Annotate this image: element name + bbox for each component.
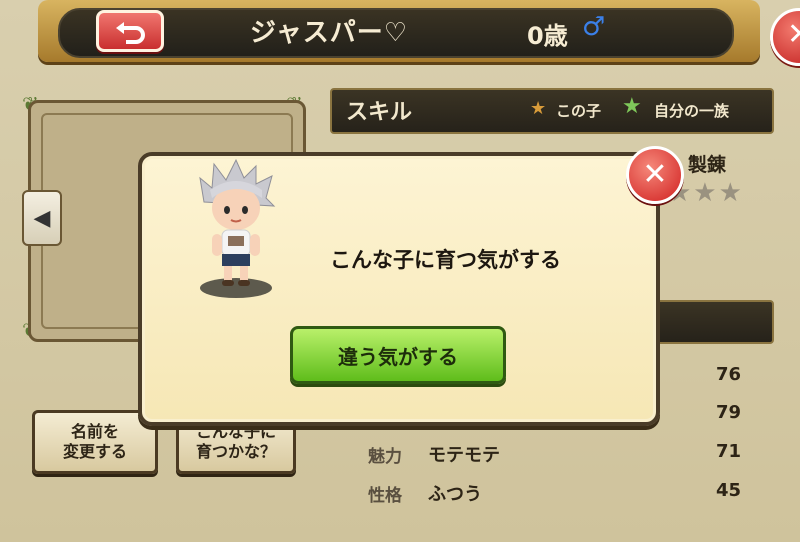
stat-value: ふつう bbox=[428, 484, 482, 505]
dialog-message: こんな子に育つ気がする bbox=[330, 248, 561, 272]
male-icon: ♂ bbox=[582, 12, 606, 42]
stats-header bbox=[640, 300, 774, 344]
character-age: 0歳 bbox=[527, 22, 568, 50]
skills-title: スキル bbox=[346, 100, 413, 125]
return-arrow-icon bbox=[116, 22, 145, 44]
character-name: ジャスパー♡ bbox=[250, 18, 409, 48]
skill-column-smelting: 製錬 bbox=[688, 154, 727, 176]
legend-family: 自分の一族 bbox=[654, 102, 730, 120]
child-avatar bbox=[199, 158, 276, 298]
stat-number: 45 bbox=[716, 480, 742, 501]
triangle-left-icon: ◀ bbox=[33, 205, 51, 231]
stat-number: 79 bbox=[716, 402, 742, 423]
back-button[interactable] bbox=[96, 10, 164, 52]
green-star-icon: ★ bbox=[622, 94, 642, 119]
rename-button[interactable]: 名前を 変更する bbox=[32, 410, 158, 474]
stat-label: 性格 bbox=[368, 486, 402, 506]
stat-number: 71 bbox=[716, 441, 742, 462]
stat-value: モテモテ bbox=[428, 445, 500, 466]
different-feeling-button[interactable]: 違う気がする bbox=[290, 326, 506, 384]
previous-character-button[interactable]: ◀ bbox=[22, 190, 62, 246]
orange-star-icon: ★ bbox=[530, 98, 547, 119]
close-icon: ✕ bbox=[787, 17, 800, 52]
stat-number: 76 bbox=[716, 364, 742, 385]
close-icon: ✕ bbox=[642, 157, 668, 192]
stat-label: 魅力 bbox=[368, 447, 402, 467]
dialog-close-button[interactable]: ✕ bbox=[626, 146, 684, 204]
legend-this-child: この子 bbox=[556, 102, 602, 120]
